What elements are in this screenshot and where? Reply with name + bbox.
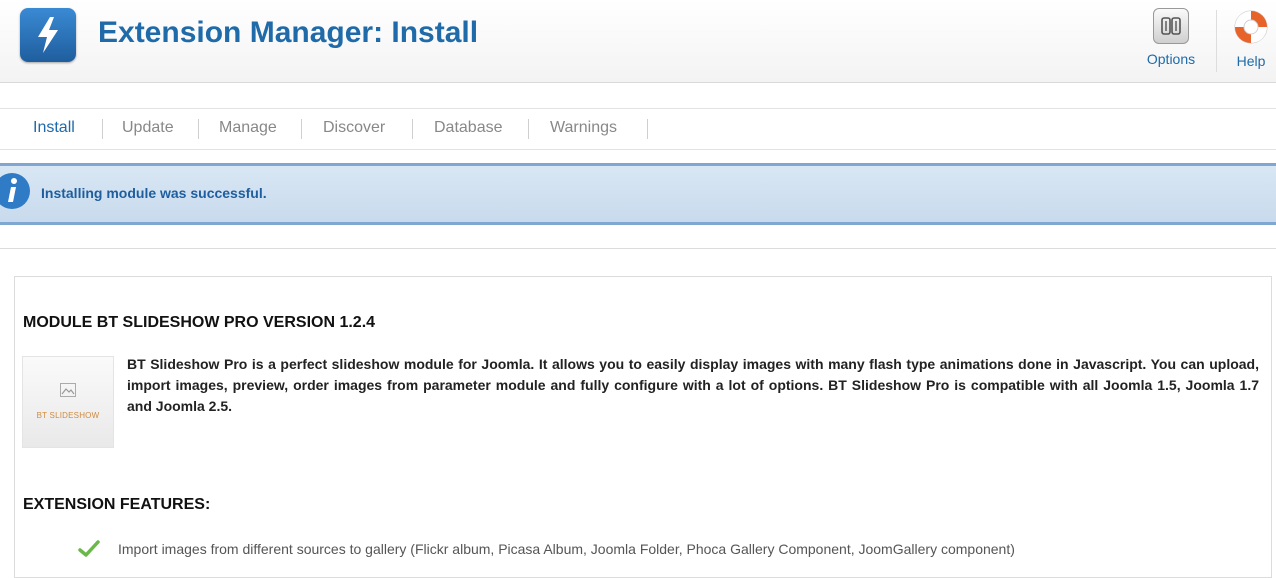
tab-divider [198, 119, 199, 139]
options-button[interactable]: Options [1140, 8, 1202, 67]
image-placeholder-icon [60, 383, 76, 397]
tab-warnings[interactable]: Warnings [550, 119, 617, 137]
lightning-bolt-icon [38, 17, 58, 53]
options-label: Options [1146, 51, 1196, 67]
system-message: Installing module was successful. [0, 163, 1276, 225]
tab-install[interactable]: Install [33, 119, 75, 137]
checkmark-icon [78, 540, 100, 557]
info-icon [0, 173, 30, 209]
page-header: Extension Manager: Install Options Help [0, 0, 1276, 83]
help-button[interactable]: Help [1226, 8, 1276, 69]
tab-discover[interactable]: Discover [323, 119, 385, 137]
message-text: Installing module was successful. [41, 185, 267, 201]
extension-manager-logo [20, 8, 76, 62]
page-title: Extension Manager: Install [98, 16, 479, 49]
lifebuoy-icon [1234, 10, 1268, 44]
section-divider [0, 248, 1276, 249]
feature-text: Import images from different sources to … [118, 541, 1015, 557]
tab-divider [301, 119, 302, 139]
tab-database[interactable]: Database [434, 119, 503, 137]
tab-divider [647, 119, 648, 139]
tab-update[interactable]: Update [122, 119, 174, 137]
tab-manage[interactable]: Manage [219, 119, 277, 137]
thumbnail-text: BT SLIDESHOW [36, 411, 100, 420]
options-icon [1153, 8, 1189, 44]
toolbar-divider [1216, 10, 1217, 72]
tab-divider [412, 119, 413, 139]
module-title: MODULE BT SLIDESHOW PRO VERSION 1.2.4 [23, 314, 376, 331]
features-title: EXTENSION FEATURES: [23, 496, 211, 513]
tab-divider [102, 119, 103, 139]
tab-divider [528, 119, 529, 139]
submenu-tabs: Install Update Manage Discover Database … [0, 108, 1276, 150]
help-label: Help [1236, 53, 1266, 69]
module-thumbnail: BT SLIDESHOW [22, 356, 114, 448]
module-description: BT Slideshow Pro is a perfect slideshow … [127, 356, 1259, 414]
